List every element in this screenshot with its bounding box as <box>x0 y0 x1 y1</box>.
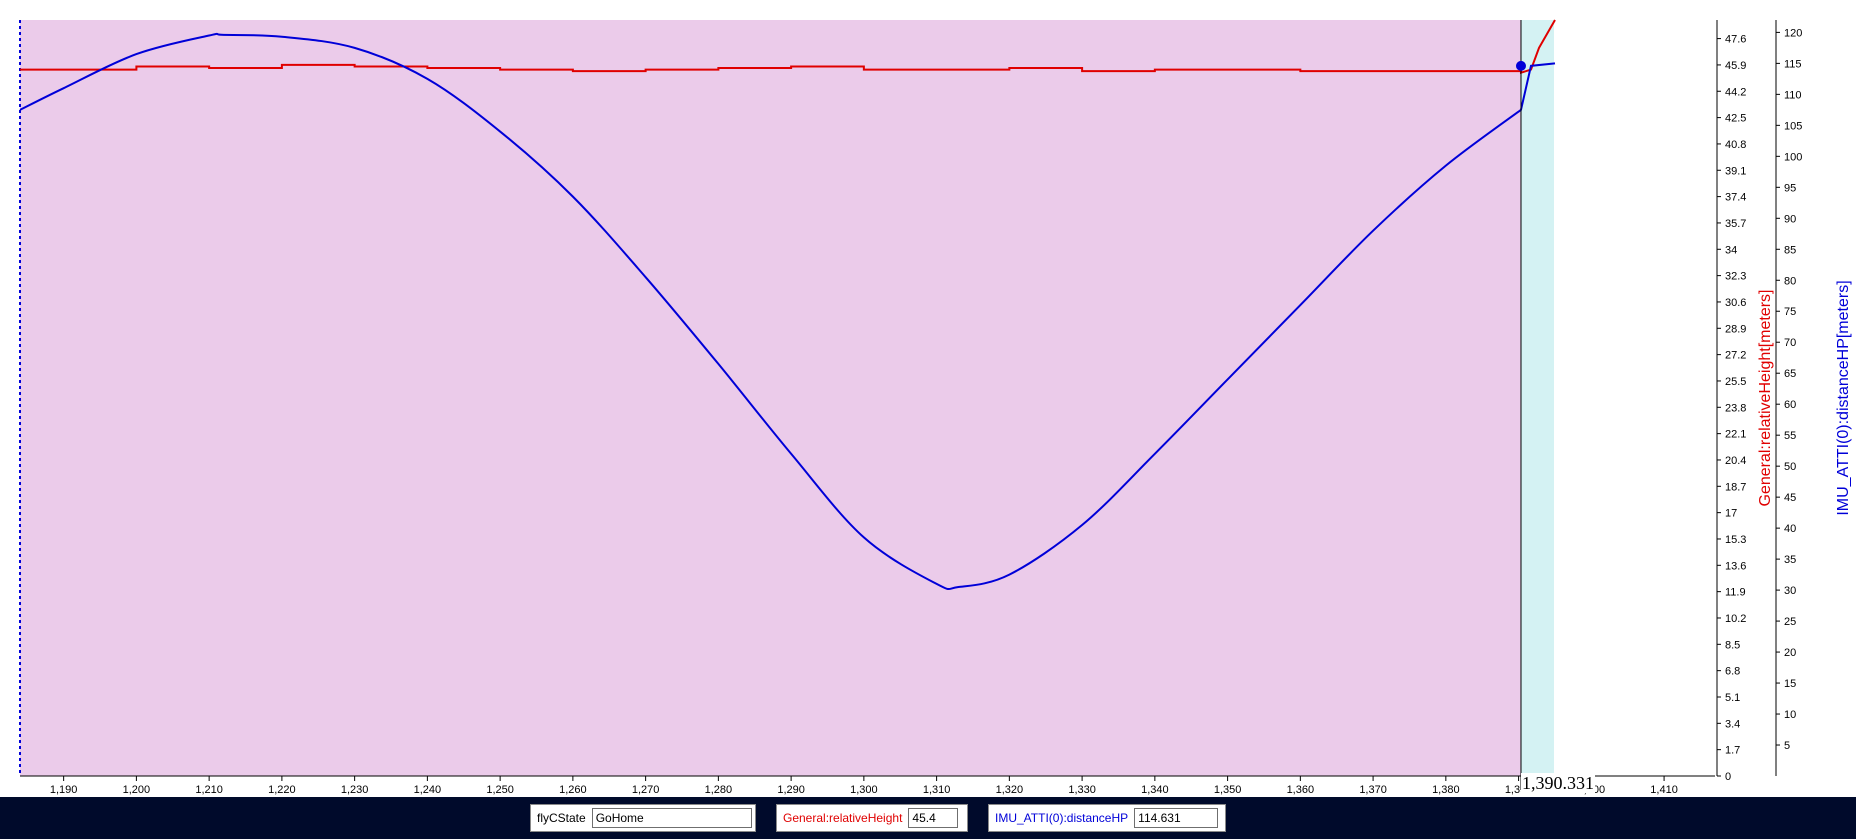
y-tick-label-distance-hp: 85 <box>1784 244 1796 256</box>
x-tick-label: 1,210 <box>195 784 223 796</box>
x-tick-label: 1,260 <box>559 784 587 796</box>
y-tick-label-distance-hp: 55 <box>1784 430 1796 442</box>
y-tick-label-relative-height: 18.7 <box>1725 481 1746 493</box>
x-tick-label: 1,250 <box>486 784 514 796</box>
y-tick-label-relative-height: 0 <box>1725 771 1731 783</box>
y-tick-label-distance-hp: 120 <box>1784 27 1802 39</box>
y-tick-label-relative-height: 20.4 <box>1725 455 1746 467</box>
x-tick-label: 1,240 <box>414 784 442 796</box>
y-tick-label-distance-hp: 30 <box>1784 585 1796 597</box>
x-tick-label: 1,310 <box>923 784 951 796</box>
cursor-x-readout: 1,390.331 <box>1521 773 1595 793</box>
relative-height-field: General:relativeHeight <box>776 804 968 832</box>
chart[interactable]: 1,190 1,200 1,210 1,220 1,230 1,240 1,250 1,260… <box>0 0 1856 797</box>
x-tick-label: 1,360 <box>1287 784 1315 796</box>
y-tick-label-relative-height: 13.6 <box>1725 560 1746 572</box>
y-tick-label-relative-height: 10.2 <box>1725 613 1746 625</box>
y-tick-label-relative-height: 47.6 <box>1725 34 1746 46</box>
y-tick-label-relative-height: 6.8 <box>1725 666 1740 678</box>
y-tick-label-relative-height: 8.5 <box>1725 639 1740 651</box>
relative-height-label: General:relativeHeight <box>783 811 903 825</box>
distance-hp-field: IMU_ATTI(0):distanceHP <box>988 804 1226 832</box>
y-tick-label-relative-height: 37.4 <box>1725 192 1746 204</box>
y-tick-label-relative-height: 5.1 <box>1725 692 1740 704</box>
y-tick-label-distance-hp: 40 <box>1784 523 1796 535</box>
y-tick-label-relative-height: 30.6 <box>1725 297 1746 309</box>
y-tick-label-distance-hp: 95 <box>1784 182 1796 194</box>
y-tick-label-relative-height: 34 <box>1725 244 1737 256</box>
y-tick-label-relative-height: 40.8 <box>1725 139 1746 151</box>
x-tick-label: 1,320 <box>996 784 1024 796</box>
x-tick-label: 1,280 <box>705 784 733 796</box>
y-tick-label-relative-height: 11.9 <box>1725 587 1746 599</box>
y-tick-label-relative-height: 15.3 <box>1725 534 1746 546</box>
y-tick-label-distance-hp: 35 <box>1784 554 1796 566</box>
fly-c-state-label: flyCState <box>537 811 586 825</box>
y-tick-label-distance-hp: 5 <box>1784 740 1790 752</box>
y-tick-label-relative-height: 3.4 <box>1725 718 1740 730</box>
y-tick-label-relative-height: 22.1 <box>1725 429 1746 441</box>
y-tick-label-distance-hp: 115 <box>1784 58 1802 70</box>
x-tick-label: 1,330 <box>1068 784 1096 796</box>
y-axis-title-relative-height: General:relativeHeight[meters] <box>1757 290 1774 507</box>
x-tick-label: 1,350 <box>1214 784 1242 796</box>
y-tick-label-relative-height: 27.2 <box>1725 350 1746 362</box>
y-tick-label-distance-hp: 20 <box>1784 647 1796 659</box>
fly-c-state-field: flyCState <box>530 804 756 832</box>
x-tick-label: 1,370 <box>1359 784 1387 796</box>
y-tick-label-relative-height: 35.7 <box>1725 218 1746 230</box>
x-tick-label: 1,270 <box>632 784 660 796</box>
y-tick-label-distance-hp: 50 <box>1784 461 1796 473</box>
y-tick-label-distance-hp: 10 <box>1784 709 1796 721</box>
y-tick-label-relative-height: 23.8 <box>1725 402 1746 414</box>
x-tick-label: 1,230 <box>341 784 369 796</box>
y-tick-label-relative-height: 17 <box>1725 508 1737 520</box>
y-tick-label-relative-height: 45.9 <box>1725 60 1746 72</box>
y-tick-label-relative-height: 32.3 <box>1725 271 1746 283</box>
x-tick-label: 1,340 <box>1141 784 1169 796</box>
distance-hp-label: IMU_ATTI(0):distanceHP <box>995 811 1129 825</box>
y-tick-label-distance-hp: 25 <box>1784 616 1796 628</box>
y-tick-label-relative-height: 44.2 <box>1725 86 1746 98</box>
y-tick-label-distance-hp: 110 <box>1784 89 1802 101</box>
y-tick-label-relative-height: 28.9 <box>1725 323 1746 335</box>
y-tick-label-distance-hp: 65 <box>1784 368 1796 380</box>
state-region <box>1520 20 1554 776</box>
x-tick-label: 1,410 <box>1650 784 1678 796</box>
x-tick-label: 1,220 <box>268 784 296 796</box>
y-tick-label-distance-hp: 75 <box>1784 306 1796 318</box>
y-tick-label-relative-height: 42.5 <box>1725 113 1746 125</box>
y-tick-label-relative-height: 39.1 <box>1725 165 1746 177</box>
y-tick-label-distance-hp: 45 <box>1784 492 1796 504</box>
y-tick-label-distance-hp: 100 <box>1784 151 1802 163</box>
y-tick-label-distance-hp: 80 <box>1784 275 1796 287</box>
x-tick-label: 1,300 <box>850 784 878 796</box>
cursor-point <box>1515 60 1526 71</box>
x-tick-label: 1,200 <box>123 784 151 796</box>
relative-height-input[interactable] <box>908 808 959 828</box>
y-tick-label-distance-hp: 90 <box>1784 213 1796 225</box>
y-axis-title-distance-hp: IMU_ATTI(0):distanceHP[meters] <box>1835 280 1852 515</box>
fly-c-state-input[interactable] <box>591 808 752 828</box>
y-tick-label-distance-hp: 105 <box>1784 120 1802 132</box>
x-tick-label: 1,290 <box>777 784 805 796</box>
state-region <box>20 20 1521 776</box>
y-tick-label-distance-hp: 70 <box>1784 337 1796 349</box>
y-tick-label-distance-hp: 15 <box>1784 678 1796 690</box>
x-tick-label: 1,380 <box>1432 784 1460 796</box>
distance-hp-input[interactable] <box>1134 808 1219 828</box>
y-tick-label-relative-height: 1.7 <box>1725 745 1740 757</box>
y-tick-label-distance-hp: 60 <box>1784 399 1796 411</box>
y-tick-label-relative-height: 25.5 <box>1725 376 1746 388</box>
x-tick-label: 1,190 <box>50 784 78 796</box>
